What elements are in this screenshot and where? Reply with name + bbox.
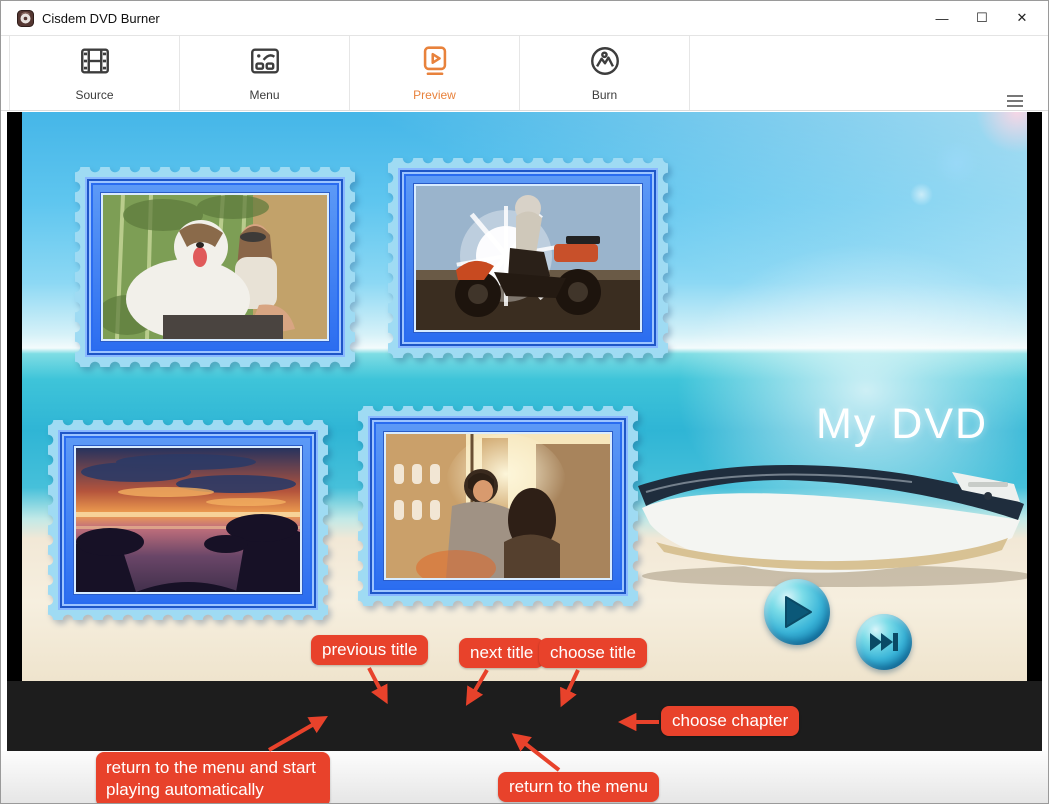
tab-burn-label: Burn: [592, 88, 617, 102]
stamp-frame: [368, 416, 628, 596]
tab-source-label: Source: [75, 88, 113, 102]
dvd-preview-area: My DVD: [7, 112, 1042, 681]
boat-image: [632, 438, 1027, 595]
annotation-choose-title: choose title: [539, 638, 647, 668]
maximize-button[interactable]: ☐: [962, 3, 1002, 33]
video-title-3-tropical-sunset[interactable]: [48, 420, 328, 620]
menu-template-icon: [248, 44, 282, 83]
tab-preview-label: Preview: [413, 88, 456, 102]
annotation-next-title: next title: [459, 638, 544, 668]
close-button[interactable]: ✕: [1002, 3, 1042, 33]
preview-play-icon: [418, 44, 452, 83]
stamp-frame: [398, 168, 658, 348]
girl-with-dog-thumbnail: [101, 193, 329, 341]
tab-source[interactable]: Source: [9, 36, 180, 110]
playback-bar: 00:00:00 00:00:15: [7, 681, 1042, 751]
motorbike-sunrise-thumbnail: [414, 184, 642, 332]
toolbar: Source Menu Preview Burn: [1, 36, 1048, 111]
video-title-4-couple-in-city[interactable]: [358, 406, 638, 606]
tab-burn[interactable]: Burn: [520, 36, 690, 110]
dvd-menu-scene: My DVD: [22, 112, 1027, 681]
annotation-return-menu: return to the menu: [498, 772, 659, 802]
tab-preview[interactable]: Preview: [350, 36, 520, 110]
hamburger-menu-icon[interactable]: [1006, 94, 1024, 108]
app-window: Cisdem DVD Burner — ☐ ✕ Source Menu Prev…: [0, 0, 1049, 804]
stamp-frame: [85, 177, 345, 357]
video-title-1-girl-with-dog[interactable]: [75, 167, 355, 367]
annotation-choose-chapter: choose chapter: [661, 706, 799, 736]
play-button[interactable]: [764, 579, 830, 645]
annotation-previous-title: previous title: [311, 635, 428, 665]
tropical-sunset-thumbnail: [74, 446, 302, 594]
stamp-frame: [58, 430, 318, 610]
video-title-2-motorbike[interactable]: [388, 158, 668, 358]
skip-next-button[interactable]: [856, 614, 912, 670]
window-title: Cisdem DVD Burner: [42, 11, 160, 26]
film-strip-icon: [78, 44, 112, 83]
cisdem-app-icon: [17, 10, 34, 27]
couple-in-city-thumbnail: [384, 432, 612, 580]
annotation-return-menu-auto: return to the menu and start playing aut…: [96, 752, 330, 804]
burn-disc-icon: [588, 44, 622, 83]
tab-menu[interactable]: Menu: [180, 36, 350, 110]
tab-menu-label: Menu: [249, 88, 279, 102]
title-bar: Cisdem DVD Burner — ☐ ✕: [1, 1, 1048, 36]
minimize-button[interactable]: —: [922, 3, 962, 33]
